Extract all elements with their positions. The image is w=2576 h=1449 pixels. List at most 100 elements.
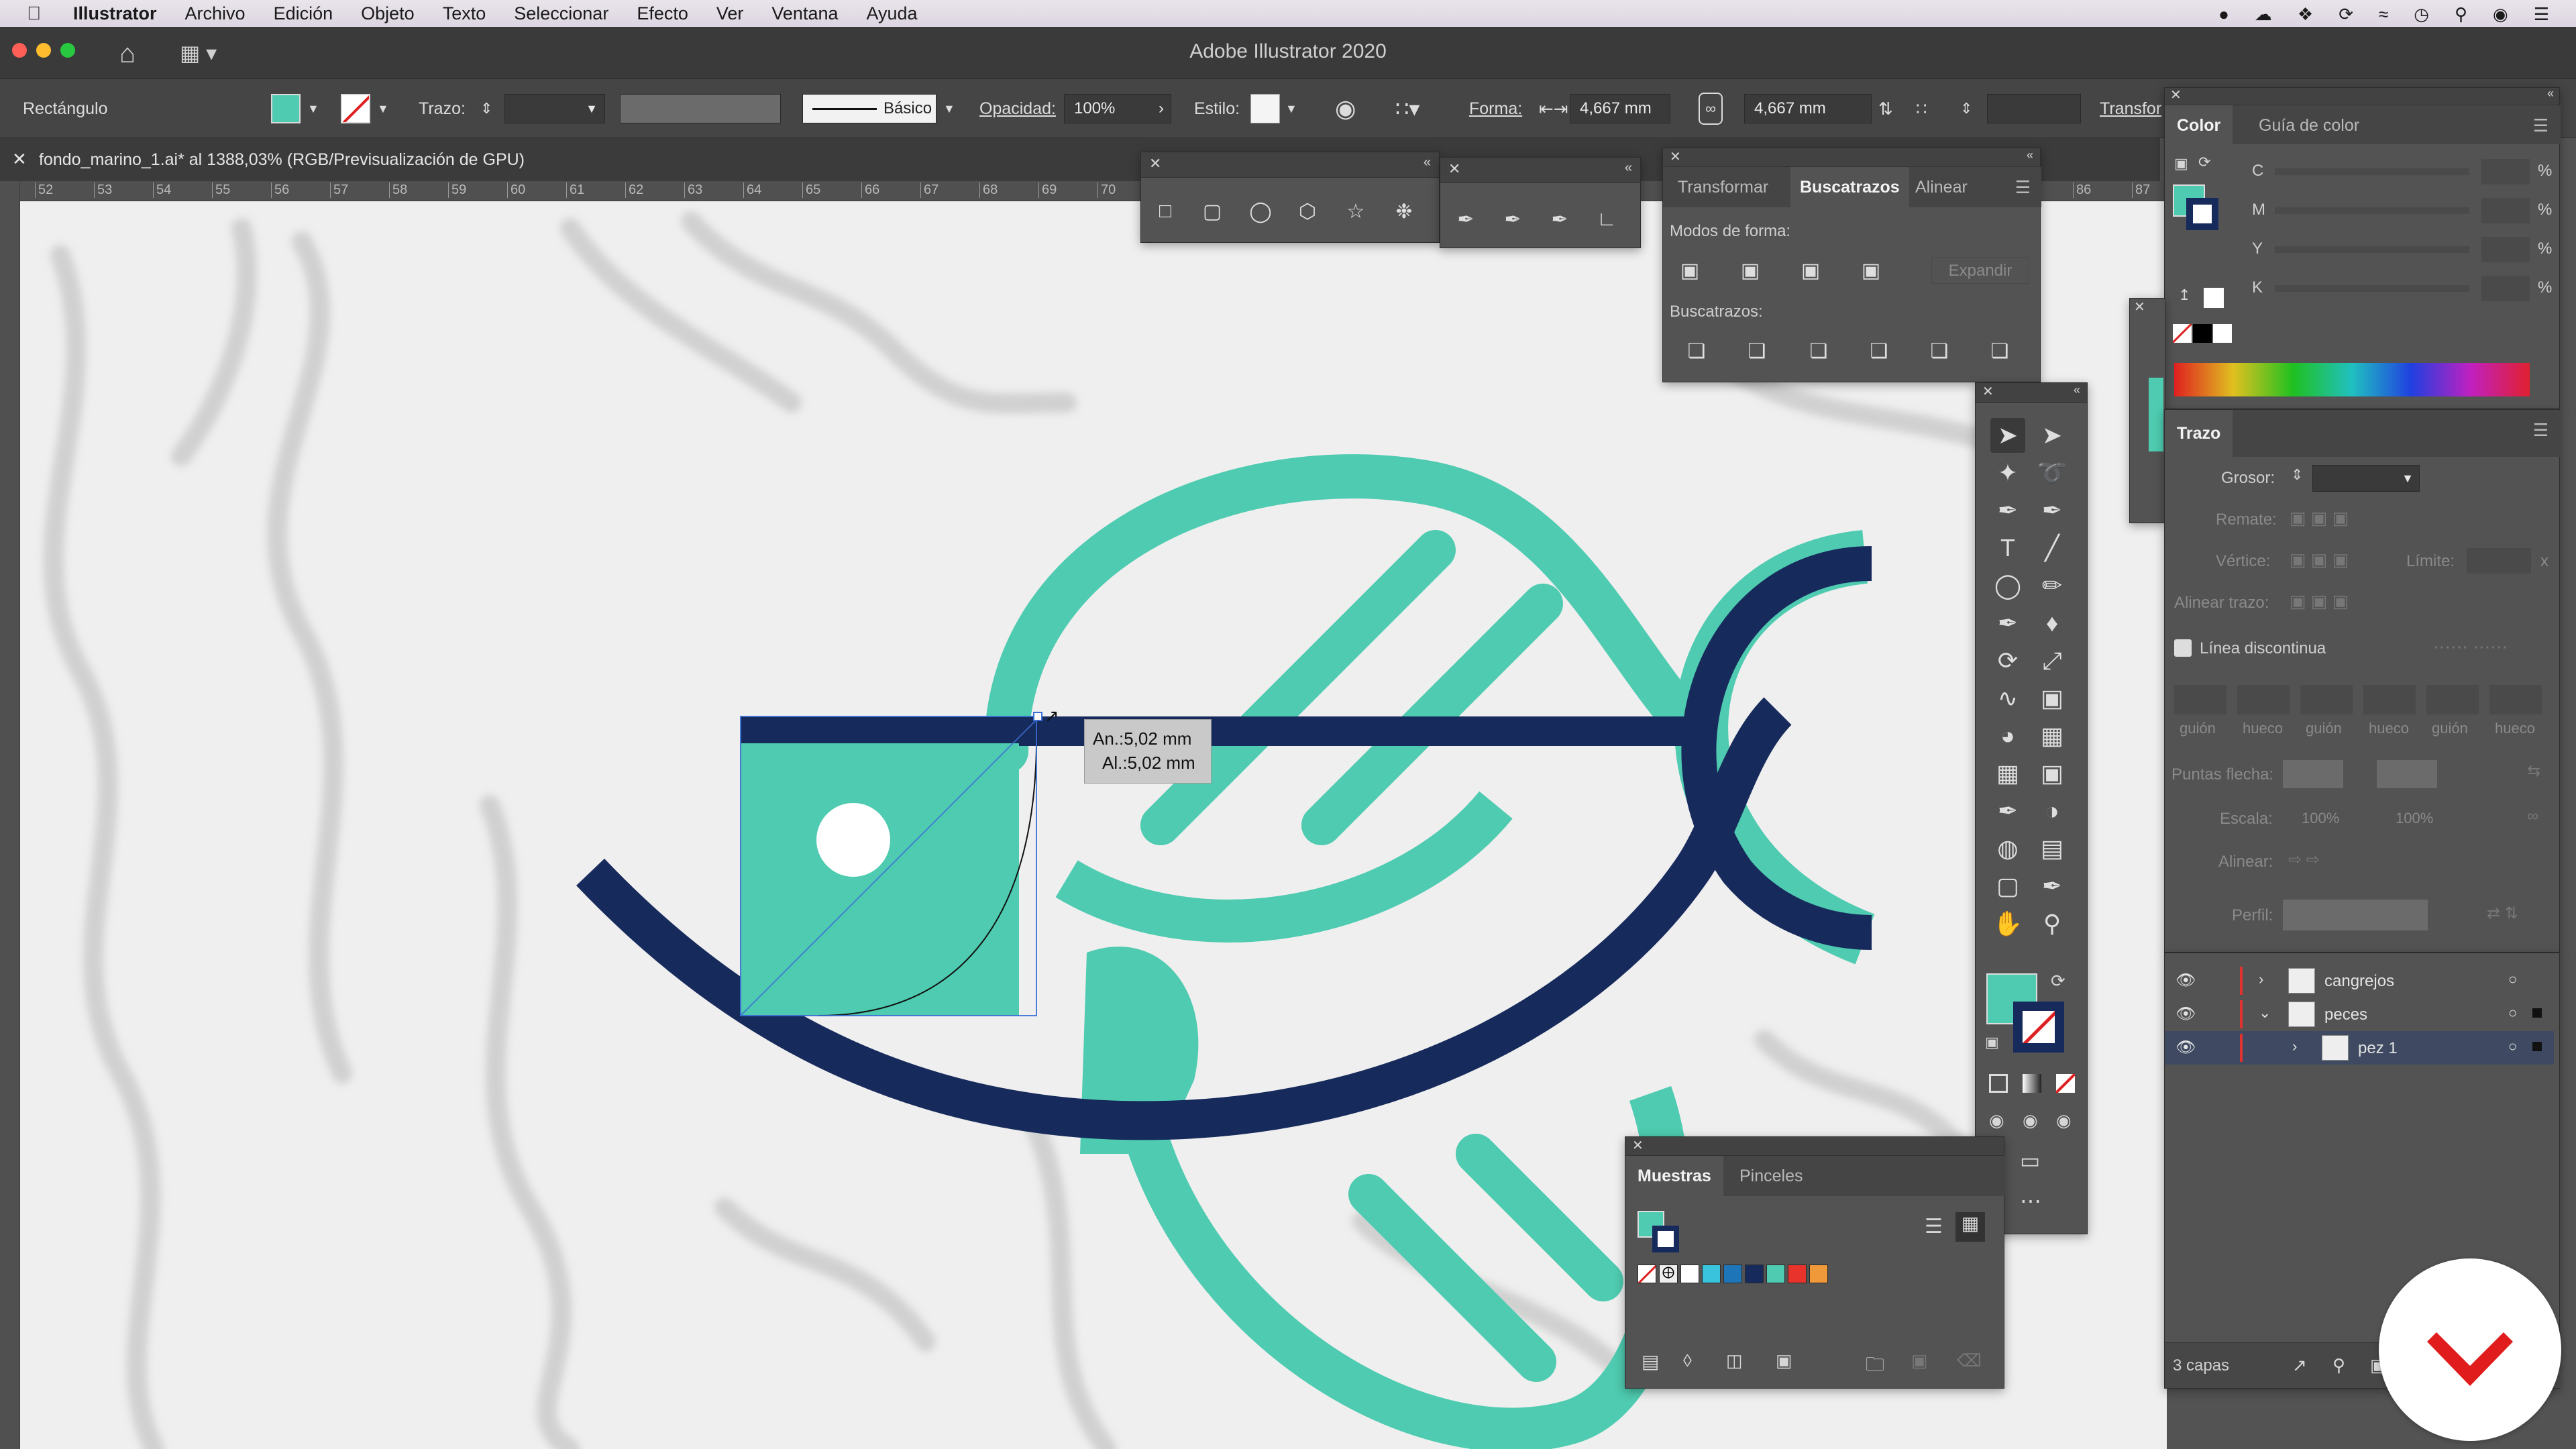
swatch-kind-icon[interactable]: ◊ — [1683, 1350, 1692, 1371]
outline-icon[interactable]: ❏ — [1926, 337, 1953, 364]
collapse-icon[interactable]: « — [2027, 148, 2033, 162]
tab-buscatrazos[interactable]: Buscatrazos — [1790, 167, 1909, 207]
scale-start-value[interactable]: 100% — [2302, 810, 2339, 827]
color-swatch[interactable] — [1809, 1265, 1828, 1283]
channel-slider-k[interactable] — [2275, 285, 2469, 292]
screen-mode-icon[interactable]: ▭ — [2020, 1148, 2040, 1173]
layer-name[interactable]: peces — [2324, 1006, 2367, 1024]
type-tool-icon[interactable]: T — [1990, 531, 2025, 566]
close-tab-icon[interactable]: ✕ — [12, 149, 27, 170]
white-chip[interactable] — [2213, 324, 2232, 343]
perspective-grid-tool-icon[interactable]: ▦ — [2035, 718, 2070, 753]
profile-select[interactable] — [2283, 900, 2428, 930]
close-icon[interactable]: ✕ — [2170, 87, 2182, 103]
swatch-none[interactable] — [1638, 1265, 1656, 1283]
dash-gap-input[interactable] — [2426, 685, 2479, 714]
flare-tool-icon[interactable]: ❉ — [1391, 198, 1417, 225]
collapse-icon[interactable]: « — [1625, 160, 1632, 176]
trim-icon[interactable]: ❏ — [1743, 337, 1770, 364]
shape-label[interactable]: Forma: — [1469, 79, 1522, 138]
exclude-icon[interactable]: ▣ — [1858, 257, 1884, 284]
extension-icon[interactable]: ❖ — [2298, 4, 2313, 25]
paintbrush-tool-icon[interactable]: ✏ — [2035, 568, 2070, 603]
corner-buttons[interactable]: ▣ ▣ ▣ — [2290, 549, 2390, 574]
arrow-end-select[interactable] — [2377, 760, 2437, 788]
tab-guia-de-color[interactable]: Guía de color — [2259, 105, 2359, 146]
delete-anchor-tool-icon[interactable]: ✒ — [1546, 206, 1573, 233]
channel-slider-c[interactable] — [2275, 168, 2469, 175]
eye-icon[interactable]: 👁 — [2176, 971, 2196, 990]
column-graph-tool-icon[interactable]: ▤ — [2035, 831, 2070, 866]
dash-align-icons[interactable]: ⋯⋯ ⋯⋯ — [2433, 637, 2508, 657]
rectangle-tool-icon[interactable]: □ — [1152, 198, 1179, 225]
chevron-down-icon[interactable]: ⌄ — [2259, 1004, 2271, 1022]
ellipse-tool-icon[interactable]: ◯ — [1247, 198, 1274, 225]
tab-color[interactable]: Color — [2165, 105, 2233, 146]
close-icon[interactable]: ✕ — [1149, 155, 1161, 172]
collapse-icon[interactable]: « — [1424, 155, 1431, 170]
selection-tool-icon[interactable]: ➤ — [1990, 418, 2025, 453]
panel-header[interactable]: ✕ « — [1663, 148, 2040, 167]
none-mode-icon[interactable] — [2056, 1074, 2075, 1093]
chevron-down-icon[interactable]: ▼ — [307, 102, 319, 116]
channel-input-c[interactable] — [2481, 159, 2530, 184]
align-arrows-buttons[interactable]: ⇨ ⇨ — [2288, 850, 2320, 869]
color-spectrum[interactable] — [2174, 363, 2530, 396]
scale-tool-icon[interactable]: ⤢ — [2035, 643, 2070, 678]
color-swatch[interactable] — [1723, 1265, 1742, 1283]
draw-inside-icon[interactable]: ◉ — [2056, 1110, 2072, 1131]
layer-row[interactable]: 👁 › cangrejos ○ — [2165, 964, 2554, 998]
variable-width-profile[interactable] — [620, 94, 781, 123]
panel-header[interactable]: ✕ — [1625, 1137, 2004, 1156]
flip-profile-icons[interactable]: ⇄ ⇅ — [2487, 904, 2518, 923]
search-icon[interactable]: ⚲ — [2332, 1355, 2345, 1376]
swatch-stroke-indicator[interactable] — [1652, 1226, 1679, 1252]
panel-header[interactable]: ✕ « — [1141, 152, 1439, 178]
swatch-libraries-icon[interactable]: ▤ — [1642, 1350, 1659, 1373]
expand-button[interactable]: Expandir — [1931, 257, 2029, 284]
notification-center-icon[interactable]: ☰ — [2534, 4, 2549, 25]
new-color-group-icon[interactable]: ▣ — [1776, 1350, 1792, 1371]
star-tool-icon[interactable]: ☆ — [1342, 198, 1369, 225]
chevron-right-icon[interactable]: › — [2292, 1038, 2297, 1055]
menu-ayuda[interactable]: Ayuda — [867, 3, 918, 24]
default-fill-stroke-icon[interactable]: ▣ — [1985, 1034, 1999, 1051]
channel-input-k[interactable] — [2481, 276, 2530, 301]
menu-ver[interactable]: Ver — [716, 3, 744, 24]
align-stroke-buttons[interactable]: ▣ ▣ ▣ — [2290, 591, 2390, 615]
symbol-sprayer-tool-icon[interactable]: ◍ — [1990, 831, 2025, 866]
selection-indicator[interactable] — [2532, 1042, 2542, 1051]
ellipse-tool-icon[interactable]: ◯ — [1990, 568, 2025, 603]
menu-archivo[interactable]: Archivo — [185, 3, 246, 24]
close-icon[interactable]: ✕ — [1632, 1137, 1644, 1154]
merge-icon[interactable]: ❏ — [1805, 337, 1832, 364]
stroke-weight-input[interactable]: ▼ — [504, 94, 605, 123]
panel-menu-icon[interactable]: ☰ — [2533, 105, 2548, 146]
artboard-tool-icon[interactable]: ▢ — [1990, 869, 2025, 904]
layer-name[interactable]: cangrejos — [2324, 972, 2394, 991]
pen-tool-icon[interactable]: ✒ — [1990, 493, 2025, 528]
close-icon[interactable]: ✕ — [1448, 160, 1460, 178]
swap-arrows-icon[interactable]: ⇆ — [2527, 761, 2540, 781]
swatch-options-icon[interactable]: ◫ — [1726, 1350, 1743, 1371]
menu-edicion[interactable]: Edición — [274, 3, 333, 24]
corner-stepper[interactable]: ⇕ — [1960, 79, 1972, 138]
stroke-none-chip[interactable] — [341, 94, 370, 123]
color-swatch[interactable] — [1788, 1265, 1807, 1283]
menu-efecto[interactable]: Efecto — [637, 3, 688, 24]
chevron-down-icon[interactable]: ▼ — [943, 79, 955, 138]
add-anchor-tool-icon[interactable]: ✒ — [1499, 206, 1526, 233]
tab-trazo[interactable]: Trazo — [2165, 410, 2233, 457]
resize-handle[interactable] — [1033, 712, 1042, 721]
sync-icon[interactable]: ⟳ — [2339, 4, 2353, 25]
swap-fill-stroke-icon[interactable]: ⟳ — [2051, 971, 2065, 991]
layer-name[interactable]: pez 1 — [2358, 1039, 2398, 1058]
time-machine-icon[interactable]: ◷ — [2414, 4, 2429, 25]
chevron-right-icon[interactable]: › — [2259, 971, 2263, 988]
weight-input[interactable]: ▼ — [2312, 465, 2420, 492]
zoom-tool-icon[interactable]: ⚲ — [2035, 906, 2070, 941]
curvature-tool-icon[interactable]: ✒ — [2035, 493, 2070, 528]
chevron-down-icon[interactable]: ▼ — [1285, 102, 1297, 116]
width-input[interactable]: 4,667 mm — [1570, 94, 1670, 123]
corner-radius-input[interactable] — [1987, 94, 2081, 123]
